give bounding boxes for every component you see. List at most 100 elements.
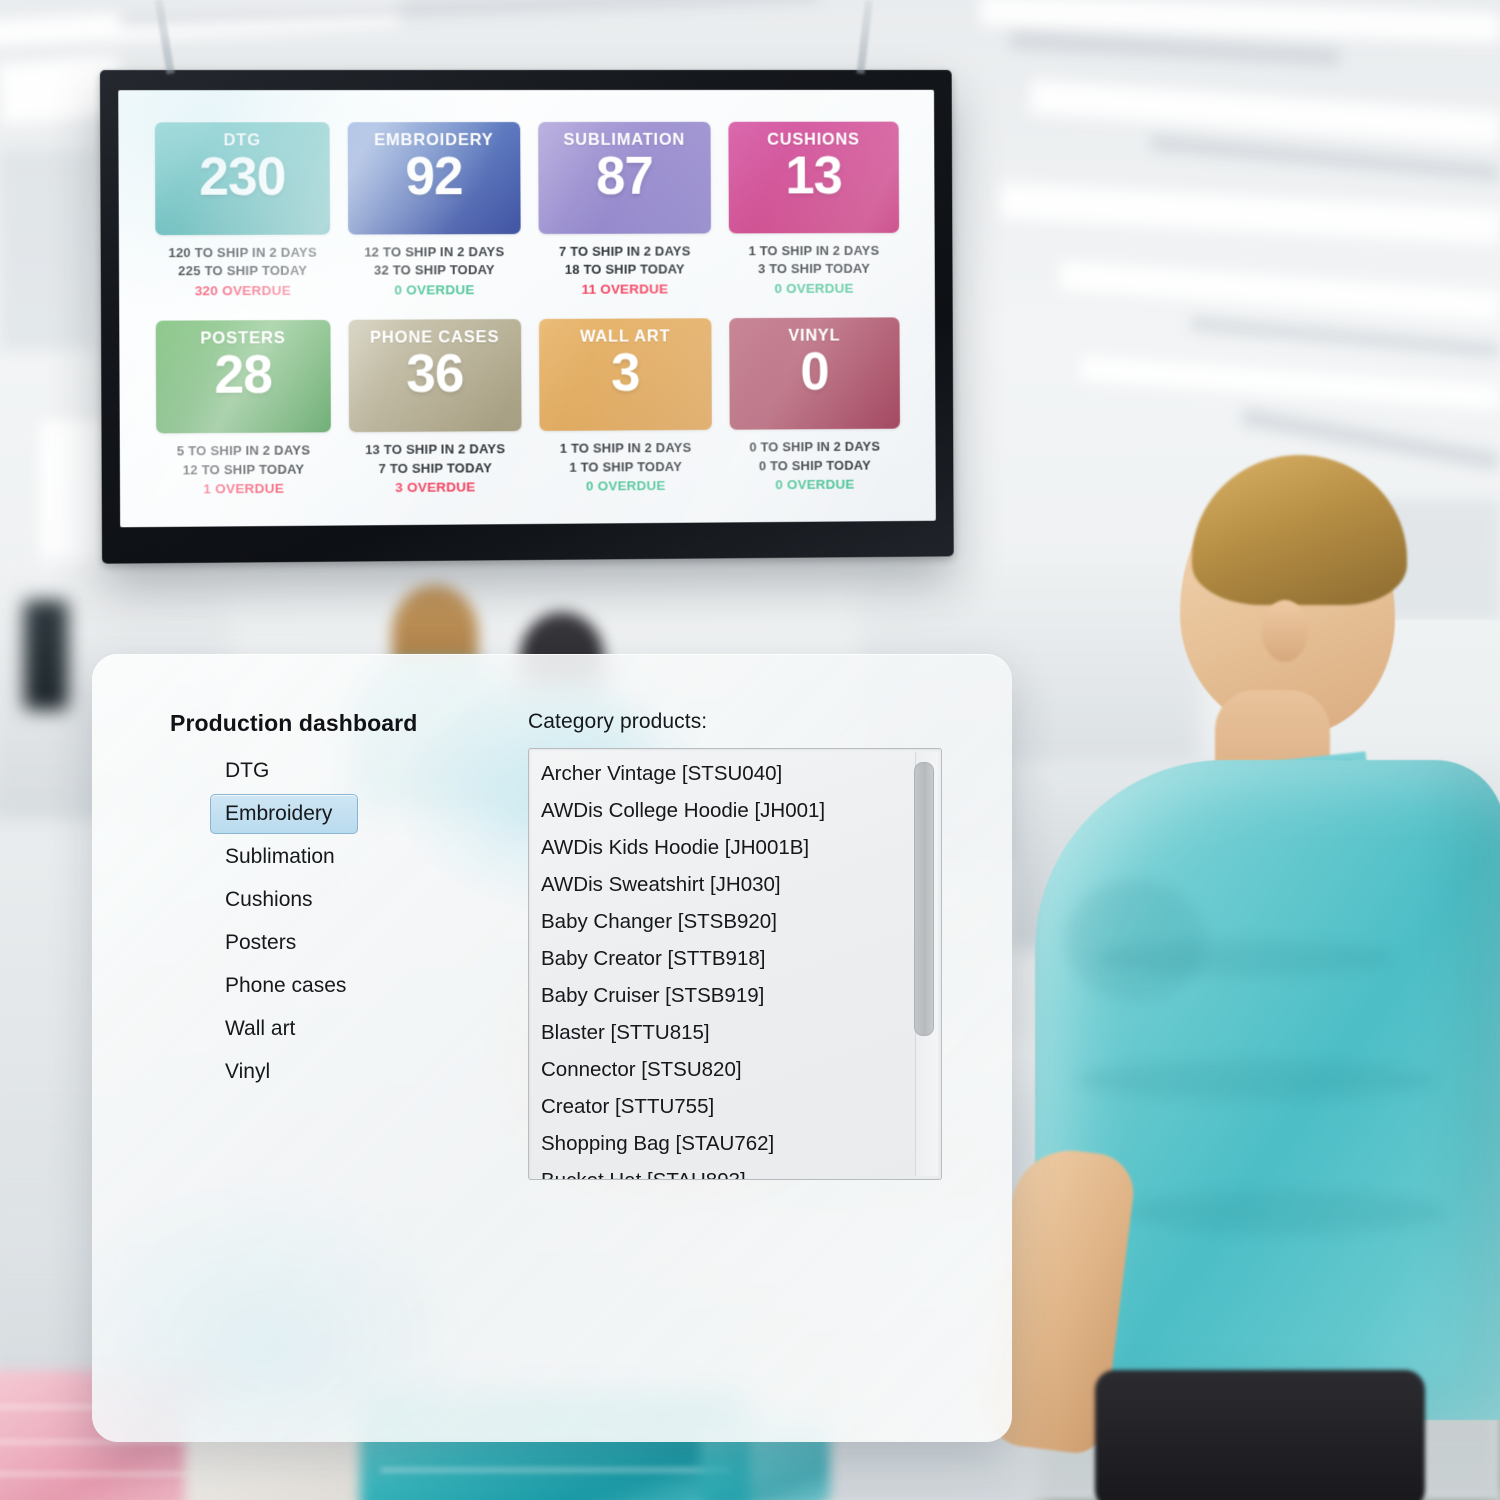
ship-in-2-days-text: 12 TO SHIP IN 2 DAYS xyxy=(364,244,505,260)
category-row: Posters xyxy=(170,923,522,966)
product-list-item[interactable]: Archer Vintage [STSU040] xyxy=(529,755,913,792)
product-list-item[interactable]: Connector [STSU820] xyxy=(529,1051,913,1088)
dashboard-card-meta: 0 TO SHIP IN 2 DAYS 0 TO SHIP TODAY 0 OVER… xyxy=(729,438,900,495)
dashboard-card-chip: PHONE CASES 36 xyxy=(348,319,522,433)
product-list-item[interactable]: Baby Cruiser [STSB919] xyxy=(529,977,913,1014)
dashboard-card-grid: DTG 230 120 TO SHIP IN 2 DAYS 225 TO SHIP T… xyxy=(154,121,900,499)
overdue-text: 0 OVERDUE xyxy=(585,477,666,494)
products-scrollbar-thumb[interactable] xyxy=(914,762,934,1036)
dashboard-card-chip: WALL ART 3 xyxy=(539,318,712,432)
overdue-text: 3 OVERDUE xyxy=(395,479,476,495)
product-list-item[interactable]: Creator [STTU755] xyxy=(529,1088,913,1125)
category-item-vinyl[interactable]: Vinyl xyxy=(210,1052,358,1092)
production-dashboard-settings-panel: Production dashboard DTG Embroidery Sublim… xyxy=(92,654,1012,1442)
dashboard-card-value: 87 xyxy=(595,146,653,206)
category-row: Embroidery xyxy=(170,794,522,837)
ship-today-text: 1 TO SHIP TODAY xyxy=(569,458,683,475)
tv-screen: DTG 230 120 TO SHIP IN 2 DAYS 225 TO SHIP T… xyxy=(118,89,936,528)
dashboard-card-meta: 5 TO SHIP IN 2 DAYS 12 TO SHIP TODAY 1 OVE… xyxy=(156,441,330,499)
category-item-posters[interactable]: Posters xyxy=(210,923,358,963)
overdue-text: 1 OVERDUE xyxy=(203,480,284,497)
category-item-cushions[interactable]: Cushions xyxy=(210,880,358,920)
ship-in-2-days-text: 7 TO SHIP IN 2 DAYS xyxy=(558,243,691,259)
dashboard-card-value: 230 xyxy=(199,147,286,207)
overdue-text: 11 OVERDUE xyxy=(581,281,669,297)
category-row: Vinyl xyxy=(170,1052,522,1095)
worker-trousers xyxy=(1095,1370,1425,1500)
products-listbox[interactable]: Archer Vintage [STSU040] AWDis College Ho… xyxy=(528,748,942,1180)
dashboard-card: POSTERS 28 5 TO SHIP IN 2 DAYS 12 TO SHIP T… xyxy=(155,319,331,499)
dashboard-card-meta: 12 TO SHIP IN 2 DAYS 32 TO SHIP TODAY 0 OV… xyxy=(348,243,521,300)
products-list-items[interactable]: Archer Vintage [STSU040] AWDis College Ho… xyxy=(529,755,913,1180)
product-list-item[interactable]: Bucket Hat [STAU893] xyxy=(529,1162,913,1180)
worker-ear xyxy=(1262,600,1308,662)
category-row: Phone cases xyxy=(170,966,522,1009)
dashboard-card-chip: CUSHIONS 13 xyxy=(727,121,900,234)
ship-today-text: 7 TO SHIP TODAY xyxy=(378,459,492,476)
product-list-item[interactable]: AWDis College Hoodie [JH001] xyxy=(529,792,913,829)
dashboard-card-meta: 120 TO SHIP IN 2 DAYS 225 TO SHIP TODAY 32… xyxy=(155,244,329,301)
product-list-item[interactable]: AWDis Kids Hoodie [JH001B] xyxy=(529,829,913,866)
dashboard-card-meta: 1 TO SHIP IN 2 DAYS 3 TO SHIP TODAY 0 OVER… xyxy=(728,242,899,298)
dashboard-card-value: 3 xyxy=(610,343,640,403)
ship-in-2-days-text: 0 TO SHIP IN 2 DAYS xyxy=(749,438,881,455)
background-machine-panel xyxy=(24,600,68,710)
ship-in-2-days-text: 13 TO SHIP IN 2 DAYS xyxy=(365,441,506,458)
product-list-item[interactable]: Baby Changer [STSB920] xyxy=(529,903,913,940)
dashboard-card-meta: 1 TO SHIP IN 2 DAYS 1 TO SHIP TODAY 0 OVER… xyxy=(540,439,712,496)
dashboard-card-value: 13 xyxy=(785,146,842,206)
products-label: Category products: xyxy=(528,710,708,733)
dashboard-card: WALL ART 3 1 TO SHIP IN 2 DAYS 1 TO SHIP TO… xyxy=(539,318,712,496)
category-item-dtg[interactable]: DTG xyxy=(210,751,358,791)
category-row: DTG xyxy=(170,751,522,794)
dashboard-card-value: 36 xyxy=(406,344,464,404)
category-row: Cushions xyxy=(170,880,522,923)
category-item-embroidery[interactable]: Embroidery xyxy=(210,794,358,834)
product-list-item[interactable]: Baby Creator [STTB918] xyxy=(529,940,913,977)
categories-column: Production dashboard DTG Embroidery Sublim… xyxy=(170,710,522,1095)
category-item-sublimation[interactable]: Sublimation xyxy=(210,837,358,877)
dashboard-card: VINYL 0 0 TO SHIP IN 2 DAYS 0 TO SHIP TODAY… xyxy=(728,317,900,495)
dashboard-card: DTG 230 120 TO SHIP IN 2 DAYS 225 TO SHIP T… xyxy=(154,122,330,301)
dashboard-card-chip: DTG 230 xyxy=(154,122,330,236)
wall-mounted-tv: DTG 230 120 TO SHIP IN 2 DAYS 225 TO SHIP T… xyxy=(99,0,954,564)
ship-in-2-days-text: 1 TO SHIP IN 2 DAYS xyxy=(748,242,880,259)
dashboard-card-value: 0 xyxy=(800,342,829,402)
product-list-item[interactable]: Blaster [STTU815] xyxy=(529,1014,913,1051)
overdue-text: 0 OVERDUE xyxy=(774,280,854,296)
category-item-wall-art[interactable]: Wall art xyxy=(210,1009,358,1049)
ship-in-2-days-text: 120 TO SHIP IN 2 DAYS xyxy=(168,244,317,261)
ship-today-text: 18 TO SHIP TODAY xyxy=(564,261,685,278)
dashboard-card-meta: 13 TO SHIP IN 2 DAYS 7 TO SHIP TODAY 3 OVE… xyxy=(349,440,522,497)
dashboard-card: EMBROIDERY 92 12 TO SHIP IN 2 DAYS 32 TO SH… xyxy=(347,122,521,300)
dashboard-card-chip: VINYL 0 xyxy=(728,317,900,430)
dashboard-card-chip: SUBLIMATION 87 xyxy=(538,121,711,234)
category-row: Wall art xyxy=(170,1009,522,1052)
category-item-phone-cases[interactable]: Phone cases xyxy=(210,966,361,1006)
ship-today-text: 32 TO SHIP TODAY xyxy=(373,262,495,279)
ship-today-text: 0 TO SHIP TODAY xyxy=(758,457,871,473)
dashboard-card-meta: 7 TO SHIP IN 2 DAYS 18 TO SHIP TODAY 11 OV… xyxy=(539,242,711,299)
dashboard-card: CUSHIONS 13 1 TO SHIP IN 2 DAYS 3 TO SHIP T… xyxy=(727,121,900,299)
category-list[interactable]: DTG Embroidery Sublimation Cushions Posters P… xyxy=(170,751,522,1095)
overdue-text: 0 OVERDUE xyxy=(775,476,855,493)
dashboard-card-chip: POSTERS 28 xyxy=(155,319,331,434)
category-row: Sublimation xyxy=(170,837,522,880)
products-column: Category products: Archer Vintage [STSU0… xyxy=(528,710,948,1180)
ship-today-text: 12 TO SHIP TODAY xyxy=(182,461,305,477)
product-list-item[interactable]: Shopping Bag [STAU762] xyxy=(529,1125,913,1162)
ship-today-text: 3 TO SHIP TODAY xyxy=(757,261,870,277)
categories-title: Production dashboard xyxy=(170,710,418,736)
ship-today-text: 225 TO SHIP TODAY xyxy=(178,263,308,279)
overdue-text: 320 OVERDUE xyxy=(194,282,291,299)
dashboard-card-value: 28 xyxy=(214,345,273,405)
product-list-item[interactable]: AWDis Sweatshirt [JH030] xyxy=(529,866,913,903)
dashboard-card-chip: EMBROIDERY 92 xyxy=(347,122,521,235)
dashboard-card: SUBLIMATION 87 7 TO SHIP IN 2 DAYS 18 TO SH… xyxy=(538,121,711,299)
ship-in-2-days-text: 5 TO SHIP IN 2 DAYS xyxy=(176,442,311,459)
overdue-text: 0 OVERDUE xyxy=(394,282,475,298)
ship-in-2-days-text: 1 TO SHIP IN 2 DAYS xyxy=(559,440,692,456)
dashboard-card: PHONE CASES 36 13 TO SHIP IN 2 DAYS 7 TO SH… xyxy=(348,319,522,497)
products-scrollbar-track[interactable] xyxy=(914,752,938,1176)
dashboard-card-value: 92 xyxy=(405,147,463,207)
